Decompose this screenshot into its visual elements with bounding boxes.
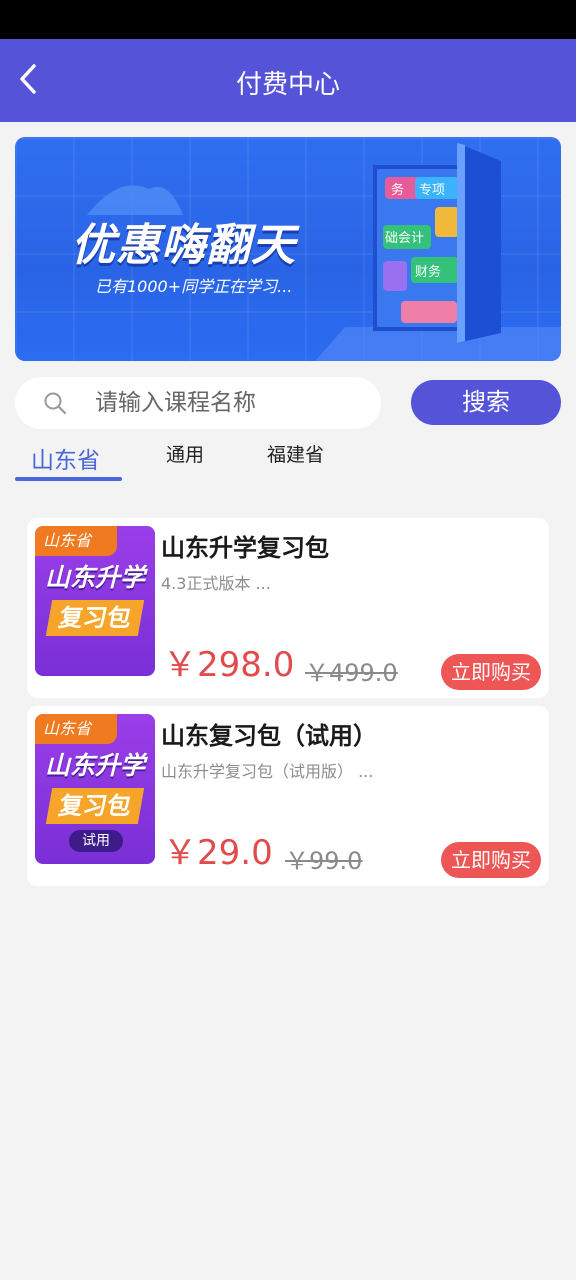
active-tab-indicator [15,477,122,481]
search-input[interactable] [95,377,365,429]
thumbnail-title-line1: 山东升学 [44,563,145,592]
thumbnail-region-tag: 山东省 [35,526,117,556]
thumbnail-title-line2: 复习包 [45,788,145,824]
tab-shandong[interactable]: 山东省 [31,441,100,475]
product-price: ￥29.0 [163,833,273,873]
buy-now-button[interactable]: 立即购买 [441,654,541,690]
thumbnail-region-tag: 山东省 [35,714,117,744]
banner-book-label-4: 财务 [415,264,441,280]
product-card[interactable]: 山东省 山东升学 复习包 山东升学复习包 4.3正式版本 ... ￥298.0 … [27,518,549,698]
product-description: 山东升学复习包（试用版） ... [161,762,374,781]
product-title: 山东复习包（试用） [161,722,377,750]
app-header: 付费中心 [0,39,576,122]
product-title: 山东升学复习包 [161,534,329,562]
product-original-price: ￥499.0 [305,659,398,687]
page-title: 付费中心 [235,70,340,100]
banner-book-label-2: 专项 [419,183,445,198]
buy-now-button[interactable]: 立即购买 [441,842,541,878]
tab-fujian[interactable]: 福建省 [267,440,324,467]
thumbnail-title-line1: 山东升学 [44,751,145,780]
product-thumbnail: 山东省 山东升学 复习包 [35,526,155,676]
banner-subtext: 已有1000+同学正在学习... [95,277,293,296]
product-original-price: ￥99.0 [285,847,363,875]
product-price: ￥298.0 [163,645,295,685]
product-thumbnail: 山东省 山东升学 复习包 试用 [35,714,155,864]
status-bar [0,0,576,39]
banner-book-label-1: 务 [391,182,404,198]
banner-headline: 优惠嗨翻天 [71,220,296,271]
product-card[interactable]: 山东省 山东升学 复习包 试用 山东复习包（试用） 山东升学复习包（试用版） .… [27,706,549,886]
promo-banner[interactable]: 务 专项 础会计 财务 优惠嗨翻天 已有1000+同学正在学习... [15,137,561,361]
search-button[interactable]: 搜索 [411,380,561,425]
open-door-books-illustration: 务 专项 础会计 财务 [315,143,561,361]
banner-book-label-3: 础会计 [385,231,424,246]
search-icon [44,392,67,415]
thumbnail-title-line2: 复习包 [45,600,145,636]
search-box [15,377,381,429]
thumbnail-trial-badge: 试用 [69,830,123,852]
tab-general[interactable]: 通用 [166,440,204,467]
product-description: 4.3正式版本 ... [161,574,271,593]
